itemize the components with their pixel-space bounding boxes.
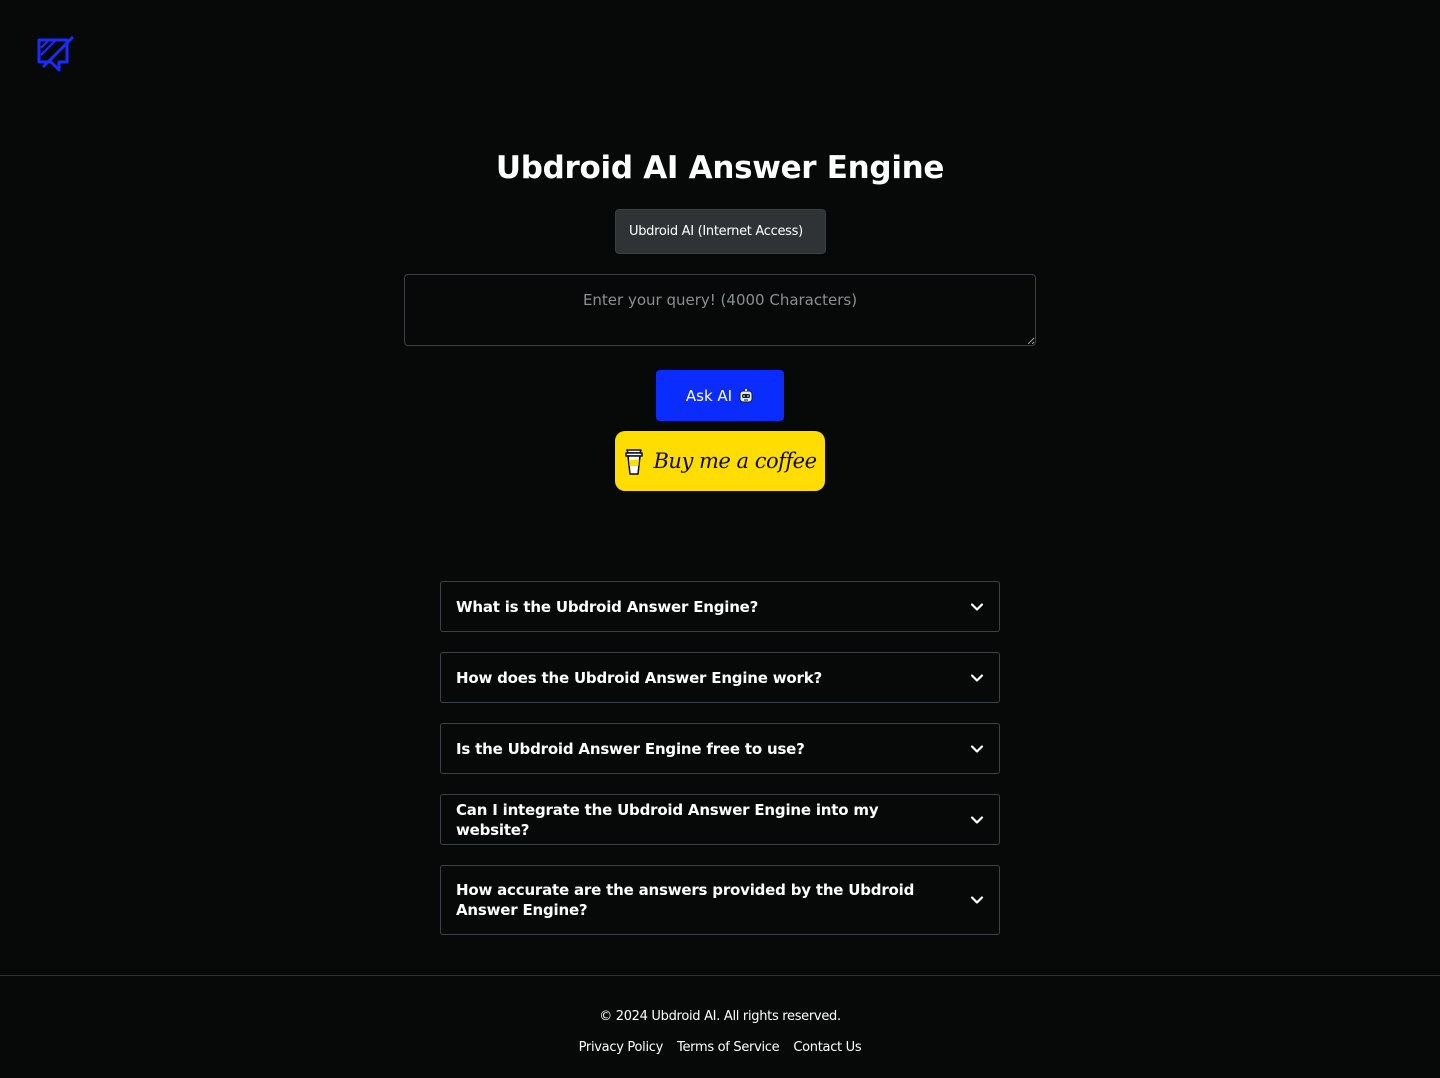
page: Ubdroid AI Answer Engine Ubdroid AI (Int… xyxy=(0,0,1440,1078)
chevron-down-icon xyxy=(970,600,984,614)
ubdroid-logo-icon[interactable] xyxy=(37,35,75,72)
chevron-down-icon xyxy=(970,893,984,907)
robot-icon xyxy=(738,388,754,404)
chevron-down-icon xyxy=(970,671,984,685)
faq-question: Is the Ubdroid Answer Engine free to use… xyxy=(456,739,805,758)
coffee-button-label: Buy me a coffee xyxy=(653,449,817,473)
faq-question: How accurate are the answers provided by… xyxy=(456,881,915,919)
contact-us-link[interactable]: Contact Us xyxy=(793,1040,861,1055)
chevron-down-icon xyxy=(970,813,984,827)
faq-question: Can I integrate the Ubdroid Answer Engin… xyxy=(456,800,879,839)
faq-item[interactable]: How accurate are the answers provided by… xyxy=(440,865,1000,935)
coffee-cup-icon xyxy=(623,446,645,476)
faq-item[interactable]: How does the Ubdroid Answer Engine work? xyxy=(440,652,1000,703)
footer-divider xyxy=(0,975,1440,976)
model-select-value: Ubdroid AI (Internet Access) xyxy=(629,224,803,239)
footer-links: Privacy Policy Terms of Service Contact … xyxy=(0,1040,1440,1055)
page-title: Ubdroid AI Answer Engine xyxy=(495,150,945,186)
privacy-policy-link[interactable]: Privacy Policy xyxy=(579,1040,664,1055)
faq-item[interactable]: Can I integrate the Ubdroid Answer Engin… xyxy=(440,794,1000,845)
copyright-text: © 2024 Ubdroid AI. All rights reserved. xyxy=(599,1009,841,1024)
terms-of-service-link[interactable]: Terms of Service xyxy=(677,1040,780,1055)
faq-question: What is the Ubdroid Answer Engine? xyxy=(456,597,759,616)
faq-item[interactable]: Is the Ubdroid Answer Engine free to use… xyxy=(440,723,1000,774)
faq-item[interactable]: What is the Ubdroid Answer Engine? xyxy=(440,581,1000,632)
ask-ai-button[interactable]: Ask AI xyxy=(656,370,784,421)
ask-ai-label: Ask AI xyxy=(685,386,733,405)
faq-question: How does the Ubdroid Answer Engine work? xyxy=(456,668,822,687)
chevron-down-icon xyxy=(970,742,984,756)
query-input[interactable] xyxy=(404,274,1036,346)
buy-me-a-coffee-button[interactable]: Buy me a coffee xyxy=(615,431,825,491)
model-select[interactable]: Ubdroid AI (Internet Access) xyxy=(615,209,826,254)
